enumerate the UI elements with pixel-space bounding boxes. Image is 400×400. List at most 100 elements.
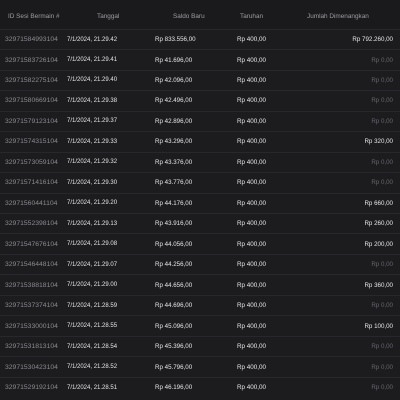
session-id-cell: 32971531813104 [5,343,58,351]
win-amount-cell: Rp 320,00 [364,138,393,146]
win-amount-cell: Rp 792.260,00 [352,36,393,44]
bet-cell: Rp 400,00 [237,322,267,330]
new-balance-cell: Rp 44.256,00 [155,261,193,269]
win-amount-cell: Rp 360,00 [364,281,393,289]
bet-cell: Rp 400,00 [237,281,267,289]
date-cell: 7/1/2024, 21.29.42 [67,36,118,43]
new-balance-cell: Rp 43.776,00 [155,179,193,187]
new-balance-cell: Rp 41.696,00 [155,56,193,64]
date-cell: 7/1/2024, 21.28.55 [67,323,118,330]
table-row[interactable]: 32971582275104 7/1/2024, 21.29.40 Rp 42.09… [0,69,400,90]
bet-cell: Rp 400,00 [237,302,267,310]
bet-cell: Rp 400,00 [237,158,267,166]
new-balance-cell: Rp 42.896,00 [155,117,193,125]
table-row[interactable]: 32971546448104 7/1/2024, 21.29.07 Rp 44.25… [0,253,400,274]
table-row[interactable]: 32971533000104 7/1/2024, 21.28.55 Rp 45.09… [0,315,400,335]
bet-cell: Rp 400,00 [237,261,267,269]
date-cell: 7/1/2024, 21.28.51 [67,384,118,391]
win-amount-cell: Rp 660,00 [364,199,393,207]
table-row[interactable]: 32971552398104 7/1/2024, 21.29.13 Rp 43.91… [0,213,400,233]
bet-cell: Rp 400,00 [237,363,267,371]
game-history-table: ID Sesi Bermain # Tanggal Saldo Baru Tar… [0,0,400,400]
session-id-cell: 32971537374104 [5,302,58,310]
date-cell: 7/1/2024, 21.28.52 [67,364,118,371]
date-cell: 7/1/2024, 21.29.00 [67,282,118,289]
win-amount-cell: Rp 100,00 [364,322,393,330]
table-row[interactable]: 32971573059104 7/1/2024, 21.29.32 Rp 43.37… [0,151,400,172]
column-header-win-amount: Jumlah Dimenangkan [307,13,369,20]
bet-cell: Rp 400,00 [237,384,267,391]
session-id-cell: 32971552398104 [5,220,58,228]
bet-cell: Rp 400,00 [237,36,267,44]
date-cell: 7/1/2024, 21.29.32 [67,159,118,166]
session-id-cell: 32971579123104 [5,117,58,125]
table-row[interactable]: 32971529192104 7/1/2024, 21.28.51 Rp 46.19… [0,376,400,397]
session-id-cell: 32971574315104 [5,138,58,146]
session-id-cell: 32971547676104 [5,240,58,248]
bet-cell: Rp 400,00 [237,199,267,207]
session-id-cell: 32971538818104 [5,281,58,289]
table-row[interactable]: 32971574315104 7/1/2024, 21.29.33 Rp 43.29… [0,131,400,151]
column-header-bet: Taruhan [240,13,264,20]
bet-cell: Rp 400,00 [237,76,267,84]
new-balance-cell: Rp 45.096,00 [155,322,193,330]
new-balance-cell: Rp 46.196,00 [155,384,193,391]
date-cell: 7/1/2024, 21.28.54 [67,343,118,350]
bet-cell: Rp 400,00 [237,220,267,228]
session-id-cell: 32971533000104 [5,322,58,330]
new-balance-cell: Rp 44.056,00 [155,240,193,248]
bet-cell: Rp 400,00 [237,343,267,351]
table-row[interactable]: 32971583726104 7/1/2024, 21.29.41 Rp 41.69… [0,49,400,69]
bet-cell: Rp 400,00 [237,117,267,125]
bet-cell: Rp 400,00 [237,179,267,187]
session-id-cell: 32971573059104 [5,158,58,166]
table-header: ID Sesi Bermain # Tanggal Saldo Baru Tar… [0,0,400,29]
new-balance-cell: Rp 45.796,00 [155,363,193,371]
table-row[interactable]: 32971584993104 7/1/2024, 21.29.42 Rp 833.5… [0,28,400,49]
table-row[interactable]: 32971531813104 7/1/2024, 21.28.54 Rp 45.39… [0,335,400,356]
session-id-cell: 32971560441104 [5,199,58,207]
table-row[interactable]: 32971530423104 7/1/2024, 21.28.52 Rp 45.79… [0,356,400,376]
win-amount-cell: Rp 0,00 [371,117,393,125]
table-row[interactable]: 32971538818104 7/1/2024, 21.29.00 Rp 44.65… [0,274,400,294]
column-header-new-balance: Saldo Baru [173,13,205,20]
new-balance-cell: Rp 43.916,00 [155,220,193,228]
table-row[interactable]: 32971547676104 7/1/2024, 21.29.08 Rp 44.05… [0,233,400,253]
win-amount-cell: Rp 260,00 [364,220,393,228]
date-cell: 7/1/2024, 21.29.13 [67,220,118,227]
bet-cell: Rp 400,00 [237,240,267,248]
date-cell: 7/1/2024, 21.29.08 [67,241,118,248]
date-cell: 7/1/2024, 21.29.38 [67,97,118,104]
table-row[interactable]: 32971579123104 7/1/2024, 21.29.37 Rp 42.89… [0,110,400,131]
date-cell: 7/1/2024, 21.29.07 [67,261,118,268]
session-id-cell: 32971546448104 [5,261,58,269]
session-id-cell: 32971530423104 [5,363,58,371]
win-amount-cell: Rp 200,00 [364,240,393,248]
session-id-cell: 32971584993104 [5,36,58,44]
win-amount-cell: Rp 0,00 [371,179,393,187]
new-balance-cell: Rp 45.396,00 [155,343,193,351]
win-amount-cell: Rp 0,00 [371,158,393,166]
session-id-cell: 32971582275104 [5,76,58,84]
bet-cell: Rp 400,00 [237,138,267,146]
win-amount-cell: Rp 0,00 [371,56,393,64]
table-body: 32971584993104 7/1/2024, 21.29.42 Rp 833.5… [0,28,400,397]
table-row[interactable]: 32971571416104 7/1/2024, 21.29.30 Rp 43.77… [0,172,400,192]
date-cell: 7/1/2024, 21.29.20 [67,200,118,207]
table-row[interactable]: 32971560441104 7/1/2024, 21.29.20 Rp 44.17… [0,192,400,213]
new-balance-cell: Rp 43.296,00 [155,138,193,146]
win-amount-cell: Rp 0,00 [371,302,393,310]
date-cell: 7/1/2024, 21.29.30 [67,179,118,186]
new-balance-cell: Rp 42.096,00 [155,76,193,84]
win-amount-cell: Rp 0,00 [371,363,393,371]
bet-cell: Rp 400,00 [237,97,267,105]
table-row[interactable]: 32971580669104 7/1/2024, 21.29.38 Rp 42.49… [0,90,400,110]
date-cell: 7/1/2024, 21.29.41 [67,57,118,63]
win-amount-cell: Rp 0,00 [371,76,393,84]
date-cell: 7/1/2024, 21.29.40 [67,77,118,84]
date-cell: 7/1/2024, 21.29.33 [67,138,118,145]
date-cell: 7/1/2024, 21.29.37 [67,118,118,125]
bet-cell: Rp 400,00 [237,56,267,64]
new-balance-cell: Rp 44.176,00 [155,199,193,207]
table-row[interactable]: 32971537374104 7/1/2024, 21.28.59 Rp 44.69… [0,294,400,315]
